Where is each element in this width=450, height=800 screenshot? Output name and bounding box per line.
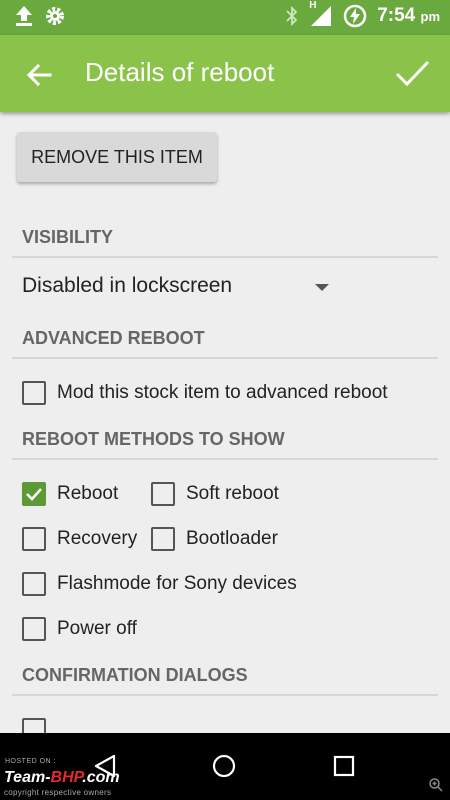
checkbox-label: Mod this stock item to advanced reboot [57,382,388,403]
status-bar: H 7:54 pm [0,0,450,35]
network-type-label: H [309,0,317,11]
home-circle-icon[interactable] [211,753,237,779]
recents-square-icon[interactable] [333,755,355,777]
upload-icon [16,6,32,26]
signal-icon: H [309,0,333,28]
divider [12,357,438,359]
reboot-method-power-off-checkbox[interactable]: Power off [22,617,137,641]
advanced-reboot-checkbox[interactable]: Mod this stock item to advanced reboot [22,381,388,405]
confirmation-checkbox[interactable] [22,718,46,733]
checkbox-label: Reboot [57,483,119,504]
reboot-method-flashmode-checkbox[interactable]: Flashmode for Sony devices [22,572,297,596]
divider [12,256,438,258]
divider [12,694,438,696]
checkbox-checked-icon [22,482,46,506]
clock: 7:54 pm [377,5,440,27]
reboot-method-bootloader-checkbox[interactable]: Bootloader [151,527,278,551]
checkbox-label: Bootloader [186,528,278,549]
checkbox-icon [22,617,46,641]
watermark-copyright: copyright respective owners [4,788,112,797]
zoom-icon [429,778,443,792]
watermark-hosted-label: HOSTED ON : [5,758,57,765]
checkbox-icon [151,527,175,551]
checkbox-label: Flashmode for Sony devices [57,573,297,594]
watermark-brand-c: .com [82,769,120,786]
checkbox-label: Soft reboot [186,483,279,504]
app-toolbar: Details of reboot [0,35,450,112]
divider [12,458,438,460]
checkbox-icon [22,572,46,596]
dropdown-arrow-icon [315,284,329,291]
checkbox-icon [22,718,46,733]
visibility-selected-value: Disabled in lockscreen [22,274,233,297]
watermark-brand-a: Team- [4,769,51,786]
check-icon[interactable] [392,53,432,93]
section-header-reboot-methods: REBOOT METHODS TO SHOW [22,429,285,449]
section-header-advanced-reboot: ADVANCED REBOOT [22,328,205,348]
checkbox-icon [22,381,46,405]
reboot-method-recovery-checkbox[interactable]: Recovery [22,527,137,551]
clock-time: 7:54 [377,5,416,26]
navigation-bar: HOSTED ON : Team-BHP.com copyright respe… [0,733,450,800]
reboot-method-reboot-checkbox[interactable]: Reboot [22,482,118,506]
watermark-brand-b: BHP [50,769,83,786]
section-header-visibility: VISIBILITY [22,227,114,247]
details-content: REMOVE THIS ITEM VISIBILITY Disabled in … [0,112,450,733]
checkbox-icon [22,527,46,551]
bluetooth-icon [286,5,298,27]
checkbox-label: Power off [57,618,137,639]
reboot-method-soft-reboot-checkbox[interactable]: Soft reboot [151,482,279,506]
settings-icon [46,7,64,25]
visibility-dropdown[interactable]: Disabled in lockscreen [22,274,342,304]
checkbox-label: Recovery [57,528,138,549]
section-header-confirmation-dialogs: CONFIRMATION DIALOGS [22,665,248,685]
watermark-logo: Team-BHP.com [4,769,120,787]
clock-ampm: pm [420,9,441,24]
battery-charging-icon [343,4,367,28]
checkbox-icon [151,482,175,506]
page-title: Details of reboot [85,57,275,87]
arrow-back-icon[interactable] [22,57,58,93]
remove-item-button[interactable]: REMOVE THIS ITEM [17,132,217,182]
